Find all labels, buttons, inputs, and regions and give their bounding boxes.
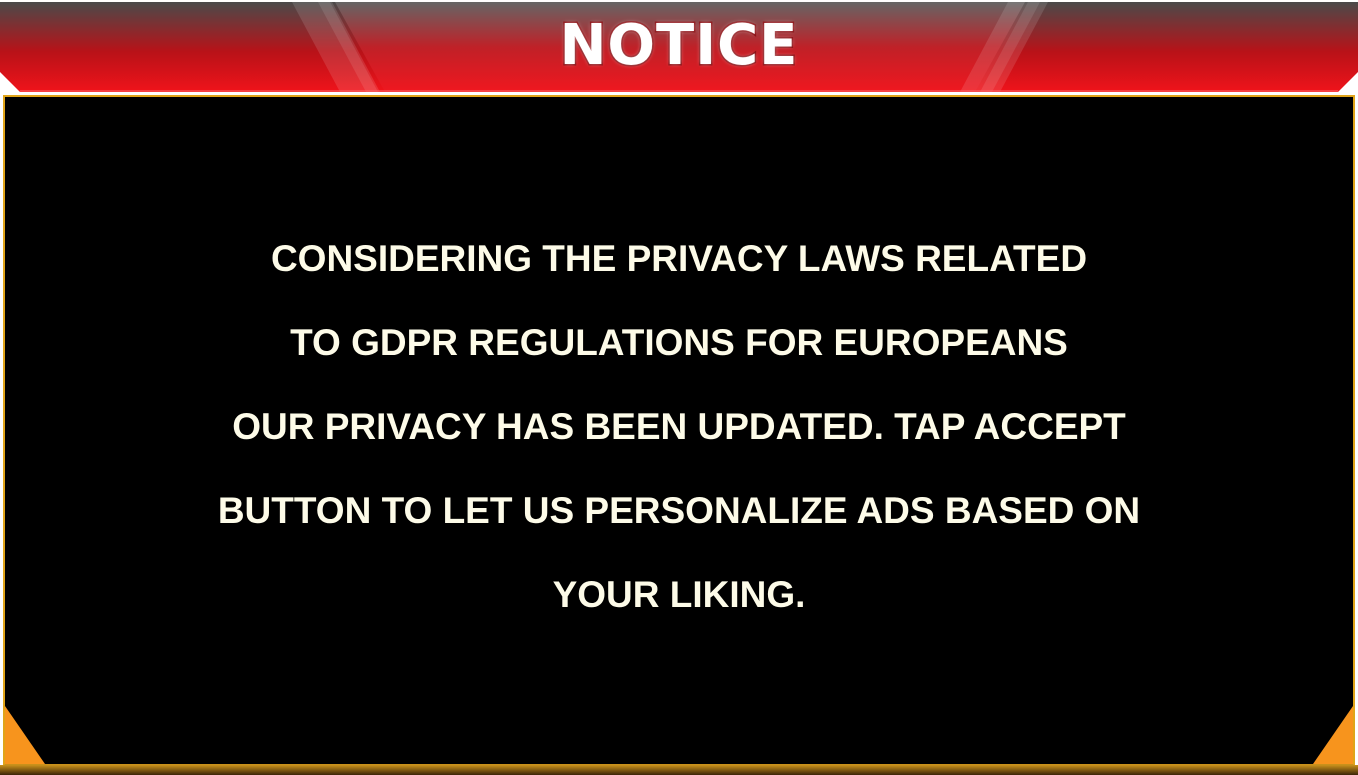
message-line: TO GDPR REGULATIONS FOR EUROPEANS — [290, 322, 1068, 363]
privacy-message: CONSIDERING THE PRIVACY LAWS RELATED TO … — [5, 217, 1353, 637]
corner-accent-right — [1313, 706, 1353, 764]
corner-accent-left — [5, 706, 45, 764]
message-line: BUTTON TO LET US PERSONALIZE ADS BASED O… — [217, 490, 1141, 531]
notice-dialog: NOTICE CONSIDERING THE PRIVACY LAWS RELA… — [0, 0, 1358, 775]
dialog-header-banner: NOTICE — [0, 0, 1358, 92]
message-panel: CONSIDERING THE PRIVACY LAWS RELATED TO … — [3, 95, 1355, 767]
message-line: OUR PRIVACY HAS BEEN UPDATED. TAP ACCEPT — [232, 406, 1126, 447]
message-line: CONSIDERING THE PRIVACY LAWS RELATED — [270, 238, 1088, 279]
panel-bottom-edge — [0, 765, 1358, 775]
message-line: YOUR LIKING. — [552, 574, 806, 615]
dialog-title: NOTICE — [558, 12, 799, 80]
